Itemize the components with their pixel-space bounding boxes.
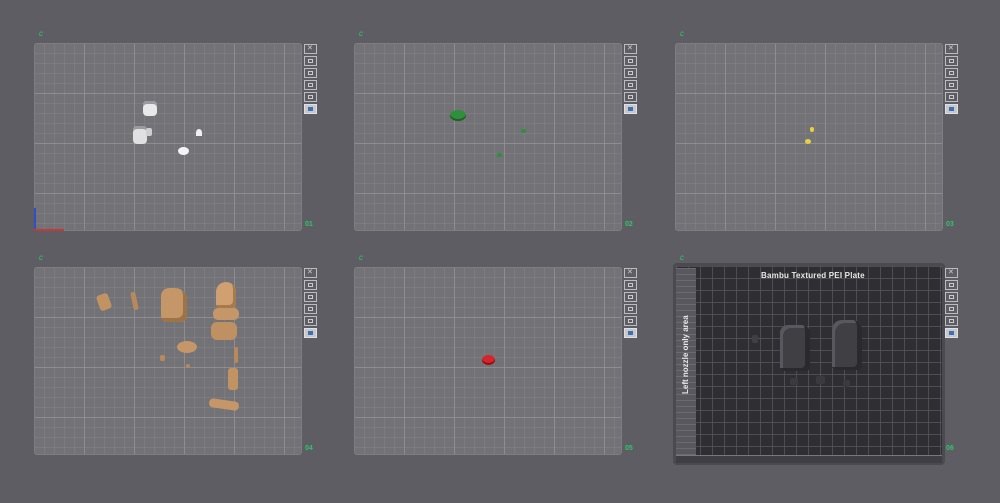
white-cylinder-object[interactable] (143, 101, 157, 116)
arrange-icon[interactable] (945, 56, 958, 66)
lock-icon[interactable] (304, 304, 317, 314)
plate-2-toolbar (624, 44, 637, 116)
edit-icon[interactable] (304, 104, 317, 114)
dark-part-object[interactable] (780, 325, 810, 371)
plate-2[interactable] (354, 43, 622, 231)
tan-part-object[interactable] (177, 341, 197, 353)
plate-3-toolbar (945, 44, 958, 116)
dark-part-object[interactable] (790, 378, 798, 385)
settings-icon[interactable] (945, 316, 958, 326)
lock-icon[interactable] (945, 304, 958, 314)
orient-icon[interactable] (304, 292, 317, 302)
dark-part-object[interactable] (832, 320, 862, 370)
orient-icon[interactable] (304, 68, 317, 78)
green-small-object[interactable] (521, 129, 526, 133)
arrange-icon[interactable] (304, 56, 317, 66)
tan-part-object[interactable] (186, 364, 190, 368)
plate-4-toolbar (304, 268, 317, 340)
green-object[interactable] (450, 110, 466, 121)
tan-part-object[interactable] (213, 308, 239, 320)
yellow-small-object[interactable] (805, 139, 811, 144)
red-round-object[interactable] (482, 355, 495, 365)
tan-part-object[interactable] (234, 347, 238, 363)
close-icon[interactable] (945, 44, 958, 54)
edit-icon[interactable] (945, 328, 958, 338)
lock-icon[interactable] (624, 80, 637, 90)
orient-icon[interactable] (945, 292, 958, 302)
arrange-icon[interactable] (945, 280, 958, 290)
yellow-small-object[interactable] (810, 127, 814, 132)
plate-6-bottom-bar (676, 455, 942, 463)
plate-1-number: 01 (305, 221, 313, 228)
plate-6-corner-label: c (680, 253, 684, 262)
settings-icon[interactable] (624, 92, 637, 102)
white-round-object[interactable] (178, 147, 189, 155)
settings-icon[interactable] (624, 316, 637, 326)
plate-1[interactable] (34, 43, 302, 231)
edit-icon[interactable] (304, 328, 317, 338)
close-icon[interactable] (304, 44, 317, 54)
plate-3-number: 03 (946, 221, 954, 228)
plate-2-number: 02 (625, 221, 633, 228)
edit-icon[interactable] (624, 104, 637, 114)
lock-icon[interactable] (304, 80, 317, 90)
plate-6-number: 06 (946, 445, 954, 452)
lock-icon[interactable] (945, 80, 958, 90)
plate-4-number: 04 (305, 445, 313, 452)
plate-3-corner-label: c (680, 29, 684, 38)
dark-part-object[interactable] (816, 376, 825, 384)
left-nozzle-area-label: Left nozzle only area (681, 315, 690, 394)
tan-part-object[interactable] (216, 282, 236, 308)
edit-icon[interactable] (945, 104, 958, 114)
edit-icon[interactable] (624, 328, 637, 338)
plate-1-corner-label: c (39, 29, 43, 38)
orient-icon[interactable] (624, 292, 637, 302)
lock-icon[interactable] (624, 304, 637, 314)
close-icon[interactable] (624, 268, 637, 278)
tan-part-object[interactable] (160, 355, 165, 361)
plate-3[interactable] (675, 43, 943, 231)
settings-icon[interactable] (304, 316, 317, 326)
y-axis-indicator (34, 208, 36, 230)
plate-6-title: Bambu Textured PEI Plate (761, 271, 865, 280)
plate-5-number: 05 (625, 445, 633, 452)
dark-part-object[interactable] (843, 380, 850, 387)
arrange-icon[interactable] (624, 280, 637, 290)
tan-part-object[interactable] (161, 288, 187, 322)
plate-4-corner-label: c (39, 253, 43, 262)
settings-icon[interactable] (304, 92, 317, 102)
white-small-object[interactable] (196, 129, 202, 136)
close-icon[interactable] (945, 268, 958, 278)
plate-5-toolbar (624, 268, 637, 340)
orient-icon[interactable] (624, 68, 637, 78)
plate-6-toolbar (945, 268, 958, 340)
arrange-icon[interactable] (304, 280, 317, 290)
white-small-object[interactable] (146, 128, 152, 136)
close-icon[interactable] (624, 44, 637, 54)
plate-1-toolbar (304, 44, 317, 116)
arrange-icon[interactable] (624, 56, 637, 66)
dark-part-object[interactable] (752, 335, 758, 343)
plate-5-corner-label: c (359, 253, 363, 262)
white-cylinder-object[interactable] (133, 126, 147, 144)
close-icon[interactable] (304, 268, 317, 278)
tan-part-object[interactable] (211, 322, 237, 340)
x-axis-indicator (34, 229, 64, 231)
orient-icon[interactable] (945, 68, 958, 78)
settings-icon[interactable] (945, 92, 958, 102)
tan-part-object[interactable] (228, 368, 238, 390)
green-small-object[interactable] (497, 153, 502, 157)
plate-2-corner-label: c (359, 29, 363, 38)
